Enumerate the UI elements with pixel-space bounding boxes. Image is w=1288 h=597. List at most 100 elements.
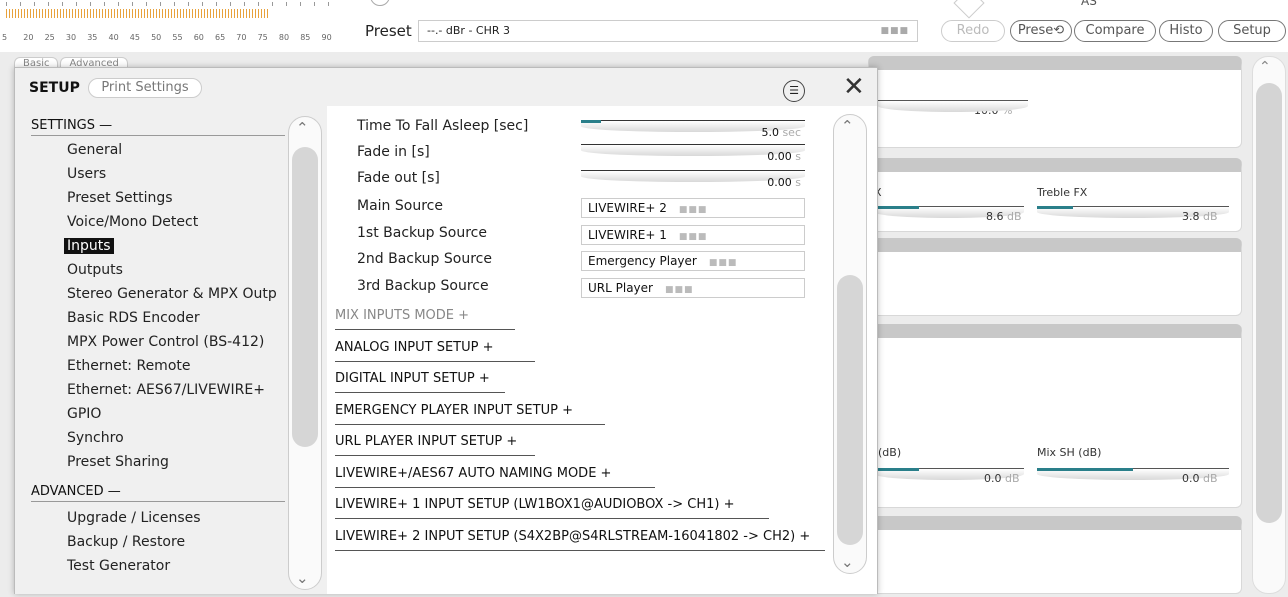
sleep-slider[interactable]: 5.0 sec — [581, 120, 805, 140]
nav-item-preset-sharing[interactable]: Preset Sharing — [67, 454, 169, 470]
meter-tick-label: 70 — [236, 33, 247, 42]
preset-button-label: Prese — [1017, 23, 1054, 38]
section-toggle[interactable]: MIX INPUTS MODE + — [335, 302, 515, 330]
meter-tick-label: 45 — [129, 33, 140, 42]
scroll-down-icon[interactable]: ⌄ — [296, 569, 309, 587]
section-toggle[interactable]: LIVEWIRE+ 1 INPUT SETUP (LW1BOX1@AUDIOBO… — [335, 491, 769, 519]
dialog-title: SETUP — [29, 80, 80, 96]
histo-button[interactable]: Histo — [1159, 20, 1213, 42]
section-toggle[interactable]: DIGITAL INPUT SETUP + — [335, 365, 505, 393]
fade-in-label: Fade in [s] — [357, 144, 430, 160]
inputs-settings-panel: Time To Fall Asleep [sec] 5.0 sec Fade i… — [327, 106, 877, 594]
scrollbar-thumb[interactable] — [837, 275, 863, 545]
preset-button[interactable]: Prese⟲ — [1010, 20, 1072, 42]
backup3-select[interactable]: URL Player ■■■ — [581, 278, 805, 298]
treble-fx-label: Treble FX — [1037, 186, 1088, 199]
section-toggle[interactable]: LIVEWIRE+ 2 INPUT SETUP (S4X2BP@S4RLSTRE… — [335, 523, 825, 551]
backup1-label: 1st Backup Source — [357, 225, 487, 241]
nav-item-stereo-generator-mpx-outp[interactable]: Stereo Generator & MPX Outp — [67, 286, 277, 302]
list-icon[interactable]: ☰ — [783, 80, 805, 102]
main-source-select[interactable]: LIVEWIRE+ 2 ■■■ — [581, 198, 805, 218]
fade-out-value: 0.00 s — [767, 176, 801, 189]
meter-tick-label: 35 — [87, 33, 98, 42]
meter-tick-label: 55 — [172, 33, 183, 42]
content-scrollbar[interactable]: ⌃ ⌄ — [833, 114, 867, 574]
fade-in-value: 0.00 s — [767, 150, 801, 163]
preset-value: --.- dBr - CHR 3 — [427, 24, 511, 37]
nav-item-outputs[interactable]: Outputs — [67, 262, 123, 278]
fade-in-slider[interactable]: 0.00 s — [581, 144, 805, 164]
nav-item-gpio[interactable]: GPIO — [67, 406, 101, 422]
bg-slider-1[interactable] — [878, 100, 1028, 112]
meter-tick-label: 65 — [215, 33, 226, 42]
fade-out-label: Fade out [s] — [357, 170, 440, 186]
nav-item-voice-mono-detect[interactable]: Voice/Mono Detect — [67, 214, 198, 230]
setup-button[interactable]: Setup — [1218, 20, 1286, 42]
backup1-select[interactable]: LIVEWIRE+ 1 ■■■ — [581, 225, 805, 245]
meter-tick-label: 50 — [151, 33, 162, 42]
knob-icon[interactable] — [370, 0, 390, 6]
undo-icon[interactable] — [953, 0, 985, 19]
more-icon[interactable]: ■■■ — [880, 21, 909, 41]
treble-fx-value: 3.8 dB — [1182, 210, 1218, 223]
nav-item-ethernet-aes67-livewire[interactable]: Ethernet: AES67/LIVEWIRE+ — [67, 382, 265, 398]
section-toggle[interactable]: ANALOG INPUT SETUP + — [335, 334, 535, 362]
scroll-up-icon[interactable]: ⌃ — [1259, 59, 1271, 75]
meter-tick-label: 30 — [65, 33, 77, 42]
main-source-label: Main Source — [357, 198, 443, 214]
meter-tick-label: 40 — [108, 33, 119, 42]
fade-out-slider[interactable]: 0.00 s — [581, 170, 805, 190]
backup3-label: 3rd Backup Source — [357, 278, 489, 294]
meter-tick-label: 25 — [44, 33, 55, 42]
meter-tick-label: 90 — [321, 33, 332, 42]
nav-item-general[interactable]: General — [67, 142, 122, 158]
fx-value: 8.6 dB — [986, 210, 1022, 223]
meter-tick-label: 75 — [257, 33, 268, 42]
redo-button[interactable]: Redo — [941, 20, 1005, 42]
advanced-section-header[interactable]: ADVANCED — — [31, 484, 285, 502]
close-icon[interactable]: ✕ — [843, 74, 865, 100]
scroll-down-icon[interactable]: ⌄ — [841, 553, 854, 571]
section-toggle[interactable]: URL PLAYER INPUT SETUP + — [335, 428, 535, 456]
nav-item-test-generator[interactable]: Test Generator — [67, 558, 170, 574]
print-settings-button[interactable]: Print Settings — [88, 78, 202, 98]
nav-item-upgrade-licenses[interactable]: Upgrade / Licenses — [67, 510, 201, 526]
nav-item-backup-restore[interactable]: Backup / Restore — [67, 534, 185, 550]
scroll-up-icon[interactable]: ⌃ — [296, 119, 309, 137]
meter-tick-label: 80 — [278, 33, 290, 42]
scroll-up-icon[interactable]: ⌃ — [841, 117, 854, 135]
sleep-value: 5.0 sec — [761, 126, 801, 139]
nav-scrollbar[interactable]: ⌃ ⌄ — [288, 116, 322, 590]
mix-sh-value: 0.0 dB — [1182, 472, 1218, 485]
settings-nav: SETTINGS — ADVANCED — ⌃ ⌄ General Users Pr… — [15, 106, 327, 594]
sleep-fill — [581, 120, 601, 123]
bg-panel-5 — [868, 516, 1242, 594]
section-toggle[interactable]: LIVEWIRE+/AES67 AUTO NAMING MODE + — [335, 460, 655, 488]
nav-item-basic-rds-encoder[interactable]: Basic RDS Encoder — [67, 310, 200, 326]
nav-item-inputs[interactable]: Inputs — [64, 238, 114, 254]
bg-panel-3 — [868, 238, 1242, 316]
nav-item-users[interactable]: Users — [67, 166, 106, 182]
page-scrollbar[interactable]: ⌃ — [1252, 56, 1286, 594]
backup2-label: 2nd Backup Source — [357, 251, 492, 267]
scrollbar-thumb[interactable] — [292, 147, 318, 447]
meter-dots — [6, 2, 340, 6]
meter-tick-label: 20 — [23, 33, 34, 42]
preset-field[interactable]: --.- dBr - CHR 3 ■■■ — [418, 20, 918, 42]
meter-tick-label: 60 — [193, 33, 204, 42]
settings-section-header[interactable]: SETTINGS — — [31, 118, 285, 136]
meter-tick-label: 85 — [300, 33, 311, 42]
scrollbar-thumb[interactable] — [1256, 83, 1282, 523]
backup2-select[interactable]: Emergency Player ■■■ — [581, 251, 805, 271]
meter-scale: 5 20 25 30 35 40 45 50 55 60 65 70 75 80 85 90 — [2, 33, 342, 43]
ab-label: AS — [1081, 0, 1097, 8]
sync-icon: ⟲ — [1053, 23, 1065, 38]
app-window: 5 20 25 30 35 40 45 50 55 60 65 70 75 80 85 90 Preset -… — [0, 0, 1288, 597]
section-toggle[interactable]: EMERGENCY PLAYER INPUT SETUP + — [335, 397, 605, 425]
nav-item-ethernet-remote[interactable]: Ethernet: Remote — [67, 358, 191, 374]
nav-item-synchro[interactable]: Synchro — [67, 430, 124, 446]
compare-button[interactable]: Compare — [1074, 20, 1156, 42]
nav-item-preset-settings[interactable]: Preset Settings — [67, 190, 173, 206]
nav-item-mpx-power-control-bs-412[interactable]: MPX Power Control (BS-412) — [67, 334, 264, 350]
mix-sh-label: Mix SH (dB) — [1037, 446, 1102, 459]
